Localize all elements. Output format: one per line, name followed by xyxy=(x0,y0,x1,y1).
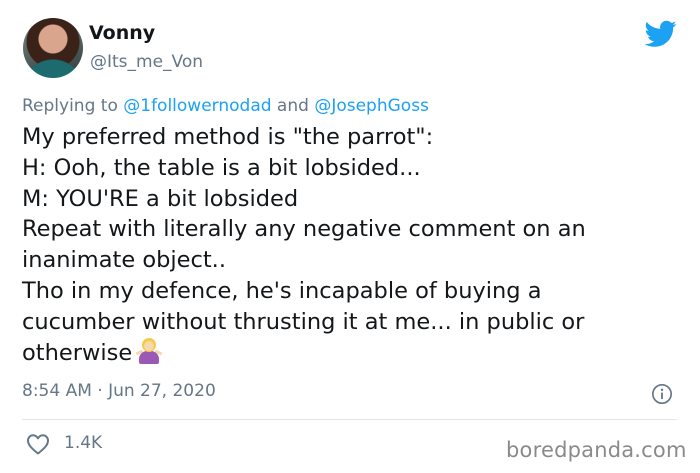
reply-prefix: Replying to xyxy=(22,96,124,116)
tweet-timestamp[interactable]: 8:54 AM · Jun 27, 2020 xyxy=(22,381,216,401)
tweet-line: M: YOU'RE a bit lobsided xyxy=(22,185,299,212)
divider xyxy=(22,419,677,420)
tweet-line: cucumber without thrusting it at me... i… xyxy=(22,308,585,335)
avatar[interactable] xyxy=(23,18,83,78)
user-handle[interactable]: @Its_me_Von xyxy=(90,52,203,72)
tweet-line-text: otherwise xyxy=(22,339,133,366)
tweet-line: Repeat with literally any negative comme… xyxy=(22,216,586,243)
heart-icon[interactable] xyxy=(26,433,50,455)
tweet-line: Tho in my defence, he's incapable of buy… xyxy=(22,277,542,304)
like-count[interactable]: 1.4K xyxy=(64,433,102,453)
info-icon[interactable] xyxy=(651,383,673,405)
woman-shrugging-emoji-icon xyxy=(135,337,163,364)
reply-context: Replying to @1followernodad and @JosephG… xyxy=(22,96,429,116)
tweet-card: Vonny @Its_me_Von Replying to @1follower… xyxy=(0,0,700,473)
tweet-text: My preferred method is "the parrot": H: … xyxy=(22,122,682,368)
tweet-line: My preferred method is "the parrot": xyxy=(22,124,434,150)
mention-link-josephgoss[interactable]: @JosephGoss xyxy=(314,96,429,116)
watermark: boredpanda.com xyxy=(506,438,687,462)
display-name[interactable]: Vonny xyxy=(89,22,155,44)
tweet-line: H: Ooh, the table is a bit lobsided... xyxy=(22,154,421,181)
tweet-line-last: otherwise xyxy=(22,337,682,369)
twitter-bird-icon[interactable] xyxy=(645,20,677,48)
tweet-line: inanimate object.. xyxy=(22,247,226,274)
mention-link-1followernodad[interactable]: @1followernodad xyxy=(123,96,271,116)
reply-joiner: and xyxy=(271,96,315,116)
